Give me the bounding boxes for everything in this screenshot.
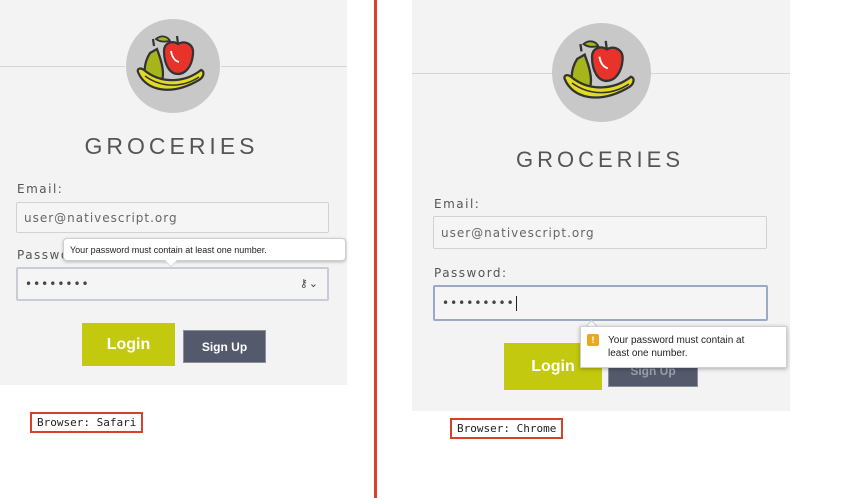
groceries-logo-icon bbox=[552, 23, 651, 122]
tooltip-arrow bbox=[164, 259, 178, 266]
validation-tooltip: Your password must contain at least one … bbox=[63, 238, 346, 261]
text-caret bbox=[515, 295, 517, 311]
key-icon[interactable]: ⚷⌄ bbox=[300, 277, 319, 290]
header-rule-left bbox=[412, 73, 552, 74]
tooltip-line-1: Your password must contain at bbox=[608, 335, 745, 346]
tooltip-text: Your password must contain at least one … bbox=[70, 244, 267, 255]
tooltip-line-2: least one number. bbox=[608, 348, 688, 359]
email-value: user@nativescript.org bbox=[24, 210, 178, 225]
chrome-login-screen: GROCERIES Email: user@nativescript.org P… bbox=[412, 0, 790, 411]
password-input[interactable]: •••••••• ⚷⌄ bbox=[16, 267, 329, 301]
safari-caption: Browser: Safari bbox=[30, 412, 144, 433]
login-button[interactable]: Login bbox=[82, 323, 175, 366]
header-rule-right bbox=[221, 66, 347, 67]
app-title: GROCERIES bbox=[84, 133, 259, 159]
email-input[interactable]: user@nativescript.org bbox=[16, 202, 329, 233]
password-input[interactable]: ••••••••• bbox=[433, 285, 768, 321]
header-rule-left bbox=[0, 66, 125, 67]
panel-divider bbox=[374, 0, 377, 498]
groceries-logo-icon bbox=[126, 19, 220, 113]
email-input[interactable]: user@nativescript.org bbox=[433, 216, 767, 249]
email-value: user@nativescript.org bbox=[441, 225, 595, 240]
email-label: Email: bbox=[434, 197, 481, 211]
password-value: ••••••••• bbox=[442, 296, 515, 310]
password-value: •••••••• bbox=[25, 277, 90, 291]
chrome-caption: Browser: Chrome bbox=[450, 418, 564, 439]
email-label: Email: bbox=[17, 182, 64, 196]
app-title: GROCERIES bbox=[515, 147, 685, 172]
signup-button[interactable]: Sign Up bbox=[183, 330, 266, 363]
header-rule-right bbox=[651, 73, 790, 74]
safari-login-screen: GROCERIES Email: user@nativescript.org P… bbox=[0, 0, 347, 385]
validation-tooltip: ! Your password must contain at least on… bbox=[580, 326, 787, 368]
warning-icon: ! bbox=[587, 334, 599, 346]
password-label: Password: bbox=[434, 266, 508, 280]
